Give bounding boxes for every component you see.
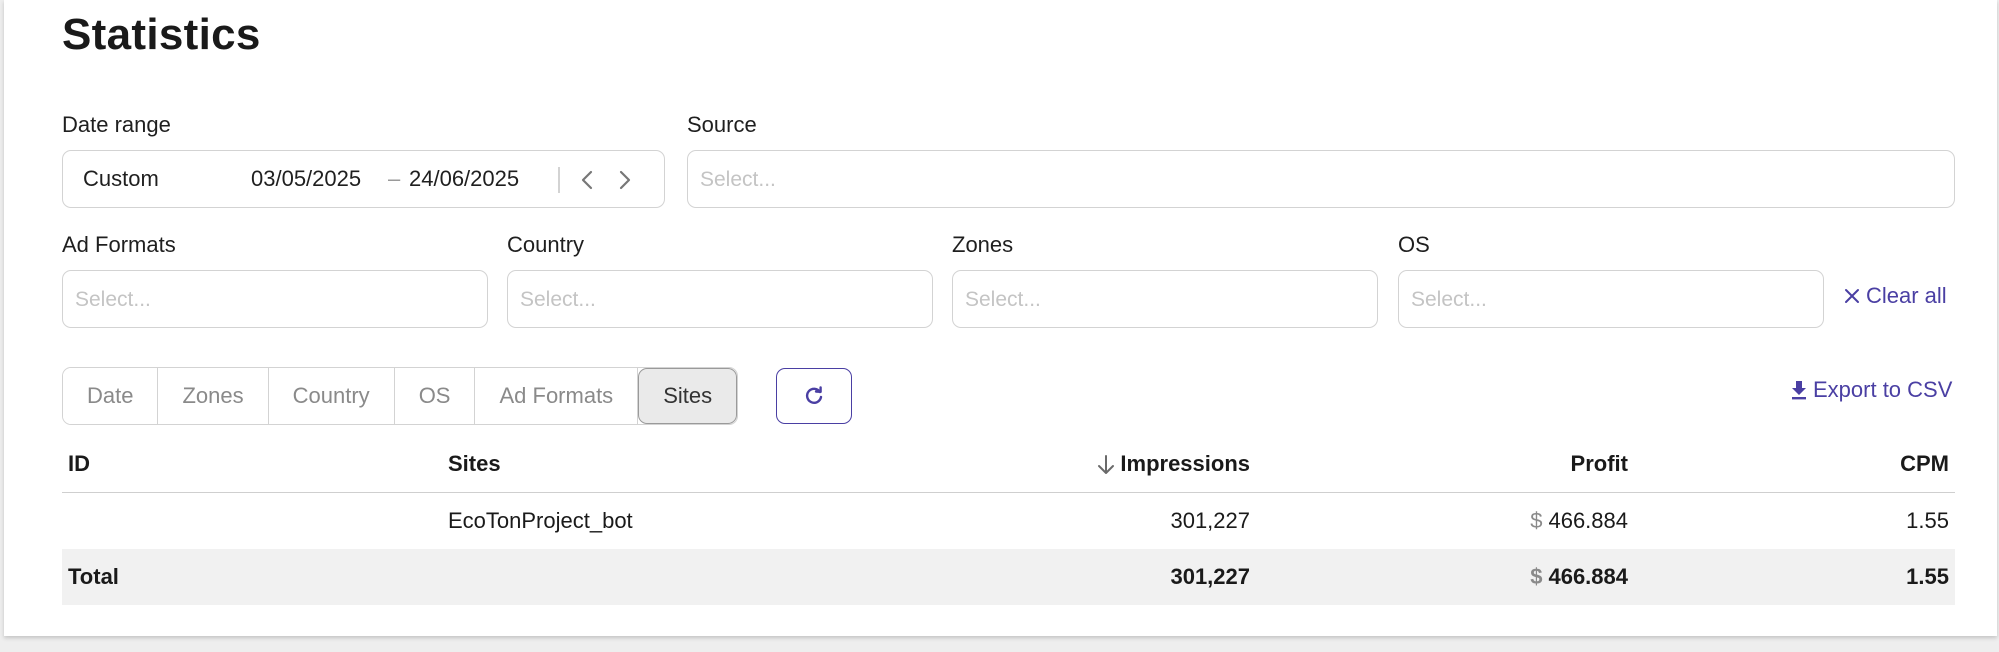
os-select[interactable]: [1398, 270, 1824, 329]
column-header-cpm[interactable]: CPM: [1634, 436, 1955, 493]
total-label: Total: [62, 549, 442, 605]
ad-formats-select[interactable]: [62, 270, 488, 329]
ad-formats-label: Ad Formats: [62, 232, 176, 257]
clear-all-label: Clear all: [1866, 283, 1947, 308]
refresh-icon: [805, 386, 823, 404]
country-select[interactable]: [507, 270, 933, 329]
chevron-left-icon: [581, 170, 593, 190]
table-total-row: Total 301,227 $466.884 1.55: [62, 549, 1955, 605]
source-label: Source: [687, 112, 757, 137]
currency-symbol: $: [1530, 508, 1543, 533]
zones-select[interactable]: [952, 270, 1378, 329]
ad-formats-input[interactable]: [73, 271, 481, 329]
column-header-profit[interactable]: Profit: [1256, 436, 1634, 493]
date-range-separator: –: [388, 166, 401, 191]
statistics-table: ID Sites Impressions Profit CPM EcoTonPr…: [62, 436, 1955, 605]
clear-all-button[interactable]: Clear all: [1844, 283, 1947, 309]
total-profit-value: 466.884: [1548, 564, 1628, 589]
date-range-preset[interactable]: Custom: [83, 166, 159, 192]
country-label: Country: [507, 232, 585, 257]
date-range-start[interactable]: 03/05/2025: [251, 166, 361, 192]
os-label: OS: [1398, 232, 1430, 257]
cell-impressions: 301,227: [1170, 508, 1250, 533]
total-impressions: 301,227: [922, 549, 1256, 605]
tab-zones[interactable]: Zones: [158, 368, 269, 424]
cell-profit: $466.884: [1256, 493, 1634, 550]
country-input[interactable]: [518, 271, 926, 329]
cell-profit-value: 466.884: [1548, 508, 1628, 533]
tab-os[interactable]: OS: [394, 368, 476, 424]
table-row: EcoTonProject_bot 301,227 $466.884 1.55: [62, 493, 1955, 550]
column-header-impressions[interactable]: Impressions: [922, 436, 1256, 493]
tab-sites[interactable]: Sites: [638, 368, 738, 424]
export-csv-button[interactable]: Export to CSV: [1789, 377, 1952, 403]
cell-cpm: 1.55: [1906, 508, 1949, 533]
group-by-tabs: Date Zones Country OS Ad Formats Sites: [62, 367, 739, 425]
column-header-impressions-label: Impressions: [1120, 451, 1250, 476]
date-range-label: Date range: [62, 112, 171, 137]
chevron-right-icon: [619, 170, 631, 190]
cell-site: EcoTonProject_bot: [448, 508, 633, 533]
date-next-button[interactable]: [609, 163, 639, 197]
page-title: Statistics: [62, 10, 261, 59]
date-range-divider: [558, 167, 560, 193]
source-select[interactable]: [687, 150, 1955, 209]
os-input[interactable]: [1409, 271, 1817, 329]
download-icon: [1792, 381, 1806, 400]
statistics-card: Statistics Date range Custom 03/05/2025 …: [4, 0, 1997, 636]
column-header-sites[interactable]: Sites: [442, 436, 922, 493]
close-icon: [1845, 289, 1859, 303]
cell-id: [62, 493, 442, 550]
date-range-picker[interactable]: Custom 03/05/2025 – 24/06/2025: [62, 150, 665, 208]
date-range-end[interactable]: 24/06/2025: [409, 166, 519, 192]
column-header-id[interactable]: ID: [62, 436, 442, 493]
total-currency-symbol: $: [1530, 564, 1543, 589]
total-profit: $466.884: [1256, 549, 1634, 605]
tab-country[interactable]: Country: [268, 368, 395, 424]
tab-ad-formats[interactable]: Ad Formats: [475, 368, 639, 424]
zones-label: Zones: [952, 232, 1014, 257]
refresh-button[interactable]: [776, 368, 852, 424]
total-sites: [442, 549, 922, 605]
zones-input[interactable]: [963, 271, 1371, 329]
tab-date[interactable]: Date: [63, 368, 159, 424]
source-input[interactable]: [698, 151, 1948, 209]
table-header-row: ID Sites Impressions Profit CPM: [62, 436, 1955, 493]
export-csv-label: Export to CSV: [1813, 377, 1953, 402]
date-prev-button[interactable]: [573, 163, 603, 197]
total-cpm: 1.55: [1634, 549, 1955, 605]
sort-descending-icon: [1098, 455, 1115, 475]
